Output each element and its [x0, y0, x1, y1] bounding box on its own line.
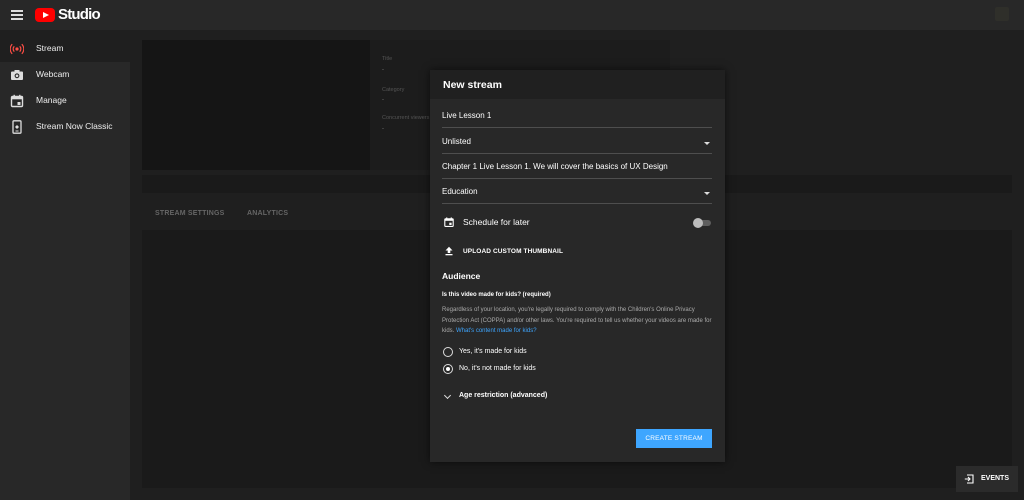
dialog-title: New stream — [443, 79, 502, 91]
sidebar-item-webcam[interactable]: Webcam — [0, 62, 130, 88]
description-field[interactable]: Chapter 1 Live Lesson 1. We will cover t… — [442, 159, 712, 179]
info-value-title: - — [382, 67, 384, 73]
category-select[interactable]: Education — [442, 184, 712, 204]
avatar[interactable] — [995, 7, 1009, 21]
exit-icon — [964, 474, 974, 484]
audience-heading: Audience — [442, 271, 481, 281]
create-stream-button[interactable]: CREATE STREAM — [636, 429, 712, 448]
description-value: Chapter 1 Live Lesson 1. We will cover t… — [442, 162, 668, 171]
radio-not-made-for-kids[interactable] — [443, 364, 453, 374]
visibility-value: Unlisted — [442, 137, 471, 146]
upload-icon — [445, 246, 453, 256]
kids-question: Is this video made for kids? (required) — [442, 292, 551, 298]
info-value-viewers: - — [382, 126, 384, 132]
top-bar: Studio — [0, 0, 1024, 30]
sidebar: Stream Webcam Manage Stream Now Classic — [0, 36, 130, 500]
logo-text: Studio — [58, 6, 101, 23]
info-value-category: - — [382, 97, 384, 103]
menu-icon[interactable] — [11, 10, 23, 20]
tab-analytics[interactable]: ANALYTICS — [247, 210, 288, 217]
radio-yes-label: Yes, it's made for kids — [459, 348, 527, 355]
sidebar-item-label: Stream — [36, 43, 64, 53]
calendar-icon — [444, 217, 454, 227]
radio-made-for-kids[interactable] — [443, 347, 453, 357]
events-button[interactable]: EVENTS — [956, 466, 1018, 492]
phone-icon — [12, 120, 22, 134]
stream-preview — [142, 40, 370, 170]
age-restriction-toggle[interactable]: Age restriction (advanced) — [442, 391, 582, 403]
calendar-icon — [10, 94, 24, 108]
studio-logo[interactable]: Studio — [35, 6, 101, 23]
dropdown-arrow-icon — [704, 192, 710, 195]
chevron-down-icon — [443, 391, 452, 400]
events-label: EVENTS — [981, 475, 1010, 482]
camera-icon — [11, 70, 23, 80]
stream-icon — [10, 43, 24, 55]
schedule-label: Schedule for later — [463, 217, 530, 227]
radio-no-label: No, it's not made for kids — [459, 365, 536, 372]
sidebar-item-label: Stream Now Classic — [36, 121, 113, 131]
title-value: Live Lesson 1 — [442, 111, 492, 120]
title-field[interactable]: Live Lesson 1 — [442, 108, 712, 128]
new-stream-dialog: New stream Live Lesson 1 Unlisted Chapte… — [430, 70, 725, 462]
age-restriction-label: Age restriction (advanced) — [459, 392, 548, 399]
upload-thumbnail-button[interactable]: UPLOAD CUSTOM THUMBNAIL — [463, 248, 563, 255]
sidebar-item-manage[interactable]: Manage — [0, 88, 130, 114]
tab-stream-settings[interactable]: STREAM SETTINGS — [155, 210, 225, 217]
info-label-title: Title — [382, 56, 393, 62]
sidebar-item-label: Webcam — [36, 69, 70, 79]
dialog-header: New stream — [430, 70, 725, 99]
kids-description: Regardless of your location, you're lega… — [442, 305, 717, 337]
category-value: Education — [442, 187, 478, 196]
visibility-select[interactable]: Unlisted — [442, 134, 712, 154]
info-label-category: Category — [382, 87, 405, 93]
sidebar-item-stream[interactable]: Stream — [0, 36, 130, 62]
schedule-toggle[interactable] — [693, 218, 712, 228]
sidebar-item-stream-now-classic[interactable]: Stream Now Classic — [0, 114, 130, 140]
info-label-viewers: Concurrent viewers — [382, 115, 430, 121]
youtube-play-icon — [35, 8, 55, 22]
sidebar-item-label: Manage — [36, 95, 67, 105]
dropdown-arrow-icon — [704, 142, 710, 145]
kids-help-link[interactable]: What's content made for kids? — [456, 328, 537, 334]
